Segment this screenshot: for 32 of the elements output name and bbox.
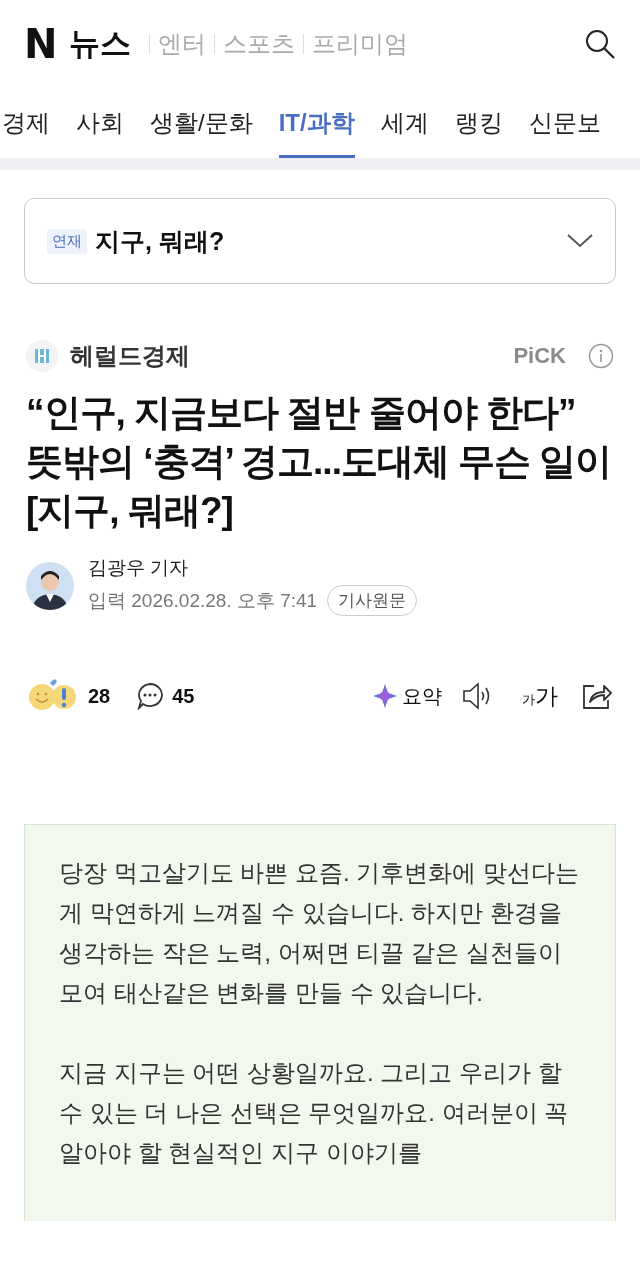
logo: N [24, 21, 58, 67]
reporter-name[interactable]: 김광우 기자 [88, 555, 418, 581]
chevron-down-icon [567, 234, 593, 248]
headline: “인구, 지금보다 절반 줄어야 한다” 뜻밖의 ‘충격’ 경고...도대체 무슨 일이 [지구, 뭐래?] [26, 391, 613, 533]
comment-icon[interactable] [136, 682, 165, 710]
info-icon[interactable] [588, 343, 614, 369]
category-tab[interactable]: 신문보 [528, 88, 601, 158]
reaction-count: 28 [88, 684, 111, 708]
summary-button[interactable]: 요약 [402, 682, 442, 710]
font-size-button[interactable]: 가가 [522, 680, 558, 712]
category-tab[interactable]: 사회 [76, 88, 124, 158]
original-article-button[interactable]: 기사원문 [327, 585, 418, 616]
series-tag: 연재 [47, 228, 87, 254]
category-tab[interactable]: 생활/문화 [150, 88, 253, 158]
category-tab[interactable]: 경제 [2, 88, 50, 158]
category-tab[interactable]: 랭킹 [454, 88, 503, 158]
series-title: 지구, 뭐래? [95, 225, 226, 257]
summary-paragraph: 당장 먹고살기도 바쁜 요즘. 기후변화에 맞선다는 게 막연하게 느껴질 수 있습니다. 하지만 환경을 생각하는 작은 노력, 어쩌면 티끌 같은 실천들이 모여 태산같은 변화를 만들 수 있습니다. [59, 858, 580, 1008]
comment-count: 45 [172, 684, 195, 708]
search-icon[interactable] [584, 28, 616, 60]
reporter-avatar [26, 561, 74, 610]
sparkle-icon[interactable] [372, 683, 398, 709]
category-tab[interactable]: IT/과학 [278, 88, 355, 158]
press-logo-icon [26, 340, 58, 372]
series-selector[interactable]: 연재 지구, 뭐래? [24, 198, 616, 284]
publish-date: 입력 2026.02.28. 오후 7:41 [88, 588, 318, 613]
summary-paragraph: 지금 지구는 어떤 상황일까요. 그리고 우리가 할 수 있는 더 나은 선택은 무엇일까요. 여러분이 꼭 알아야 할 현실적인 지구 이야기를 [59, 1058, 570, 1168]
share-icon[interactable] [582, 682, 612, 710]
category-tab[interactable]: 세계 [380, 88, 429, 158]
pick-label: PiCK [513, 343, 566, 369]
site-title: 뉴스 [69, 25, 132, 63]
press-name[interactable]: 헤럴드경제 [70, 340, 502, 372]
